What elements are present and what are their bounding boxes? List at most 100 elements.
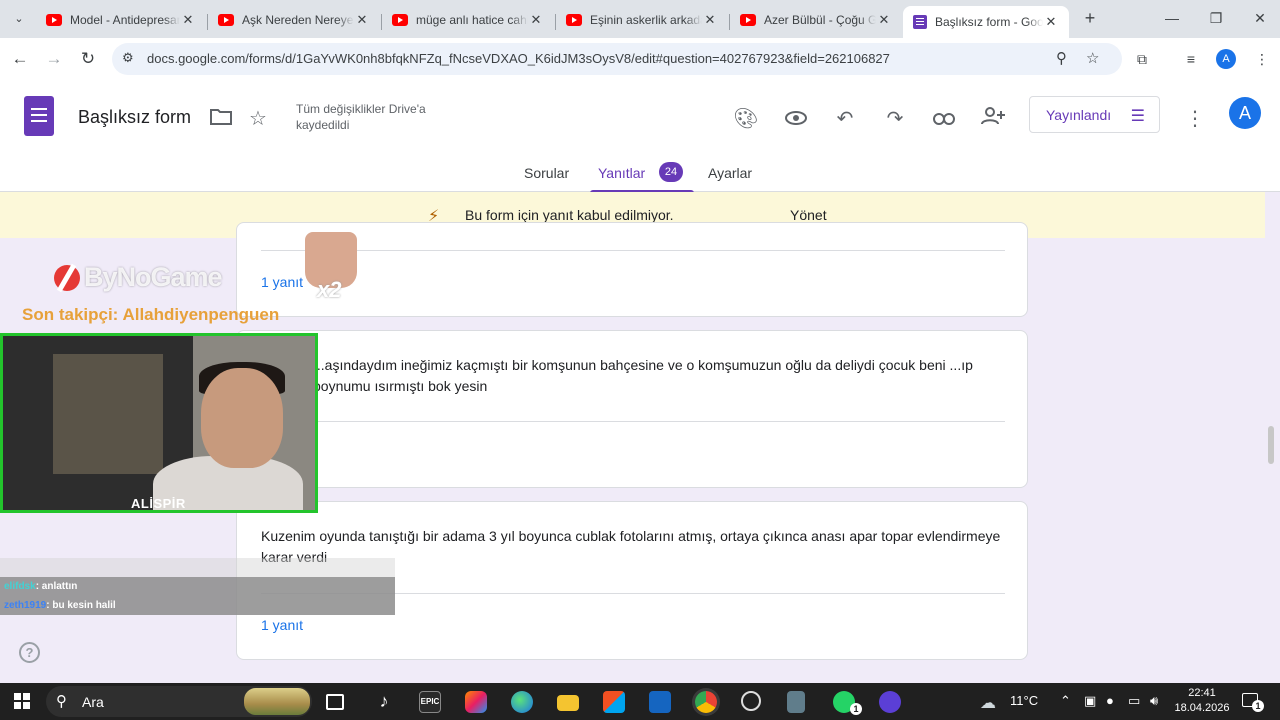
form-title[interactable]: Başlıksız form [78, 107, 191, 128]
publish-settings-icon: ☰ [1130, 108, 1145, 125]
show-hidden-icons-chevron-icon[interactable]: ⌃ [1060, 693, 1071, 709]
search-icon: ⚲ [56, 693, 67, 710]
account-avatar[interactable]: A [1229, 97, 1261, 129]
copy-link-icon[interactable] [931, 106, 957, 132]
response-count-badge: 24 [659, 162, 683, 182]
close-tab-icon[interactable]: ✕ [180, 12, 196, 28]
help-question-icon[interactable]: ? [19, 642, 40, 663]
tab-settings[interactable]: Ayarlar [708, 165, 752, 181]
customize-theme-palette-icon[interactable]: 🎨︎ [733, 106, 759, 132]
scrollbar-thumb[interactable] [1268, 426, 1274, 464]
clock-app-icon[interactable] [741, 691, 761, 711]
close-tab-icon[interactable]: ✕ [876, 12, 892, 28]
preview-eye-icon[interactable] [783, 106, 809, 132]
network-icon[interactable]: ▭ [1128, 693, 1140, 709]
bynogame-brand: ByNoGame [84, 262, 223, 292]
weather-cloud-icon[interactable]: ☁ [980, 693, 996, 713]
browser-tab[interactable]: Azer Bülbül - Çoğu Gitti ✕ [730, 6, 902, 34]
new-tab-plus-icon[interactable]: + [1080, 8, 1100, 28]
chat-username: elifdsk [4, 581, 36, 592]
chat-message: : bu kesin halil [46, 600, 116, 611]
youtube-icon [566, 14, 582, 26]
taskbar-search[interactable]: ⚲ Ara [46, 686, 312, 717]
close-tab-icon[interactable]: ✕ [354, 12, 370, 28]
last-follower-text: Son takipçi: Allahdiyenpenguen [22, 305, 280, 324]
windows-start-icon[interactable] [14, 693, 30, 709]
manage-button[interactable]: Yönet [790, 207, 827, 223]
browser-tab-active[interactable]: Başlıksız form - Google Formlar ✕ [903, 6, 1069, 38]
youtube-icon [218, 14, 234, 26]
zoom-icon[interactable]: ⚲ [1056, 49, 1067, 67]
tab-title: müge anlı hatice cahit [416, 13, 528, 27]
more-options-icon[interactable]: ⋮ [1182, 106, 1208, 132]
undo-icon[interactable]: ↶ [832, 106, 858, 132]
windows-taskbar: ⚲ Ara ♪ EPIC 1 ☁ 11°C ⌃ ▣ ● ▭ 🔊︎ 22:41 1… [0, 683, 1280, 720]
calculator-icon[interactable] [787, 691, 805, 713]
microsoft-store-icon[interactable] [603, 691, 625, 713]
back-arrow-icon[interactable]: ← [8, 48, 32, 70]
extensions-puzzle-icon[interactable]: ⧉ [1132, 49, 1152, 69]
tab-questions[interactable]: Sorular [524, 165, 569, 181]
bookmark-star-icon[interactable]: ☆ [1086, 49, 1099, 67]
address-bar[interactable]: ⚙ docs.google.com/forms/d/1GaYvWK0nh8bfq… [112, 43, 1122, 75]
forward-arrow-icon[interactable]: → [42, 48, 66, 70]
published-label: Yayınlandı [1046, 106, 1112, 123]
tab-title: Aşk Nereden Nereye [242, 13, 354, 27]
browser-tab[interactable]: müge anlı hatice cahit ✕ [382, 6, 554, 34]
chat-line: zeth1919: bu kesin halil [0, 596, 395, 615]
browser-tab[interactable]: Model - Antidepresan ✕ [36, 6, 206, 34]
epic-games-icon[interactable]: EPIC [419, 691, 441, 713]
tray-app-icon[interactable]: ▣ [1084, 693, 1096, 709]
chrome-profile-avatar[interactable]: A [1216, 49, 1236, 69]
tiktok-icon[interactable]: ♪ [373, 691, 395, 713]
browser-tab[interactable]: Eşinin askerlik arkadaşı ✕ [556, 6, 728, 34]
assistant-app-icon[interactable] [879, 691, 901, 713]
close-tab-icon[interactable]: ✕ [1043, 14, 1059, 30]
webcam-overlay: ALİSPİR [0, 333, 318, 513]
response-text: ...aşındaydım ineğimiz kaçmıştı bir komş… [313, 357, 973, 394]
response-count-link[interactable]: 1 yanıt [261, 274, 303, 290]
browser-tab[interactable]: Aşk Nereden Nereye ✕ [208, 6, 380, 34]
published-button[interactable]: Yayınlandı ☰ [1029, 96, 1160, 133]
volume-icon[interactable]: 🔊︎ [1150, 693, 1158, 709]
copilot-icon[interactable] [465, 691, 487, 713]
reload-icon[interactable]: ↻ [76, 48, 100, 70]
move-to-folder-icon[interactable] [208, 106, 234, 132]
tab-title: Model - Antidepresan [70, 13, 180, 27]
google-forms-logo-icon[interactable] [24, 96, 54, 136]
edge-icon[interactable] [511, 691, 533, 713]
youtube-icon [392, 14, 408, 26]
response-count-link[interactable]: 1 yanıt [261, 617, 303, 633]
add-collaborators-icon[interactable] [980, 106, 1006, 132]
close-tab-icon[interactable]: ✕ [528, 12, 544, 28]
response-card: ...aşındaydım ineğimiz kaçmıştı bir komş… [236, 330, 1028, 488]
banner-text: Bu form için yanıt kabul edilmiyor. [465, 207, 674, 223]
chrome-icon[interactable] [695, 691, 717, 713]
chat-message: : anlattın [35, 581, 78, 592]
tab-search-chevron-icon[interactable]: ⌄ [8, 9, 30, 29]
redo-icon[interactable]: ↷ [882, 106, 908, 132]
address-bar-url[interactable]: docs.google.com/forms/d/1GaYvWK0nh8bfqkN… [147, 51, 890, 66]
google-forms-icon [913, 15, 927, 29]
bynogame-mark-icon [54, 264, 80, 291]
restore-icon[interactable]: ❐ [1204, 8, 1228, 28]
tab-responses[interactable]: Yanıtlar [598, 165, 645, 181]
close-tab-icon[interactable]: ✕ [702, 12, 718, 28]
site-settings-icon[interactable]: ⚙ [122, 50, 134, 66]
weather-temperature[interactable]: 11°C [1010, 693, 1038, 708]
chrome-menu-icon[interactable]: ⋮ [1252, 49, 1272, 69]
streamer-face [201, 368, 283, 468]
youtube-icon [740, 14, 756, 26]
media-controls-icon[interactable]: ≡ [1181, 49, 1201, 69]
microphone-icon[interactable]: ● [1106, 693, 1114, 708]
notification-count-badge: 1 [1252, 700, 1264, 712]
close-window-icon[interactable]: ✕ [1248, 8, 1272, 28]
file-explorer-icon[interactable] [557, 695, 579, 711]
minimize-icon[interactable]: — [1160, 8, 1184, 28]
card-divider [261, 421, 1005, 422]
task-view-icon[interactable] [326, 694, 344, 710]
bynogame-logo: ByNoGame [54, 262, 223, 293]
taskbar-clock[interactable]: 22:41 18.04.2026 [1174, 686, 1230, 716]
star-icon[interactable]: ☆ [245, 106, 271, 132]
outlook-icon[interactable] [649, 691, 671, 713]
